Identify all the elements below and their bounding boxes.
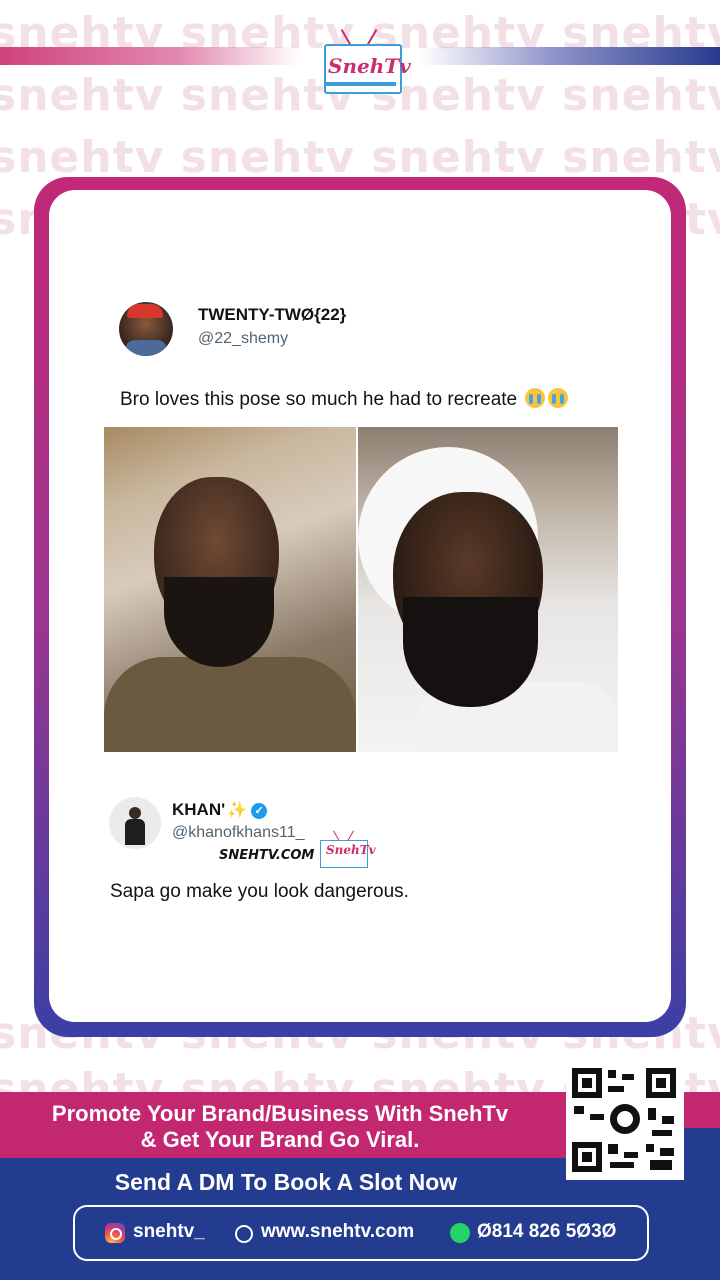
promo-line-1: Promote Your Brand/Business With SnehTv bbox=[51, 1101, 509, 1126]
watermark-row: snehtv snehtv snehtv snehtv snehtv bbox=[0, 132, 720, 183]
contact-bar: snehtv_ www.snehtv.com Ø814 826 5Ø3Ø bbox=[73, 1205, 649, 1261]
reply-handle[interactable]: @khanofkhans11_ bbox=[172, 824, 304, 842]
reply-display-name[interactable]: KHAN' ✨ ✓ bbox=[172, 800, 268, 820]
tweet-handle[interactable]: @22_shemy bbox=[198, 330, 288, 348]
crying-emoji-icon bbox=[548, 388, 569, 408]
tweet-display-name[interactable]: TWENTY-TWØ{22} bbox=[198, 305, 346, 325]
promo-cta: Send A DM To Book A Slot Now bbox=[114, 1169, 458, 1195]
whatsapp-icon bbox=[450, 1223, 470, 1243]
tweet-text-body: Bro loves this pose so much he had to re… bbox=[120, 389, 518, 410]
site-watermark: SNEHTV.COM bbox=[219, 848, 315, 863]
reply-text: Sapa go make you look dangerous. bbox=[110, 881, 409, 902]
snehtv-logo: SnehTv bbox=[320, 26, 411, 96]
phone-number[interactable]: Ø814 826 5Ø3Ø bbox=[477, 1221, 616, 1243]
avatar[interactable] bbox=[109, 797, 161, 849]
instagram-icon bbox=[105, 1223, 125, 1243]
crying-emoji-icon bbox=[525, 388, 546, 408]
qr-code[interactable] bbox=[566, 1062, 684, 1180]
promo-line-2: & Get Your Brand Go Viral. bbox=[140, 1127, 420, 1152]
snehtv-mini-logo: SnehTv bbox=[320, 830, 376, 868]
globe-icon bbox=[235, 1225, 253, 1243]
avatar[interactable] bbox=[119, 302, 173, 356]
website-link[interactable]: www.snehtv.com bbox=[261, 1221, 414, 1243]
logo-text: SnehTv bbox=[328, 54, 411, 78]
media-photo-right[interactable] bbox=[358, 427, 618, 752]
header-bar-right bbox=[420, 47, 720, 65]
header-bar-left bbox=[0, 47, 300, 65]
tweet-media[interactable] bbox=[104, 427, 618, 752]
post-card: TWENTY-TWØ{22} @22_shemy Bro loves this … bbox=[49, 190, 671, 1022]
tweet-text: Bro loves this pose so much he had to re… bbox=[120, 388, 569, 411]
sparkle-icon: ✨ bbox=[227, 802, 248, 819]
reply-name-text: KHAN' bbox=[172, 800, 226, 819]
verified-badge-icon: ✓ bbox=[251, 803, 268, 819]
post-frame: TWENTY-TWØ{22} @22_shemy Bro loves this … bbox=[34, 177, 686, 1037]
instagram-handle[interactable]: snehtv_ bbox=[133, 1221, 205, 1243]
media-photo-left[interactable] bbox=[104, 427, 356, 752]
